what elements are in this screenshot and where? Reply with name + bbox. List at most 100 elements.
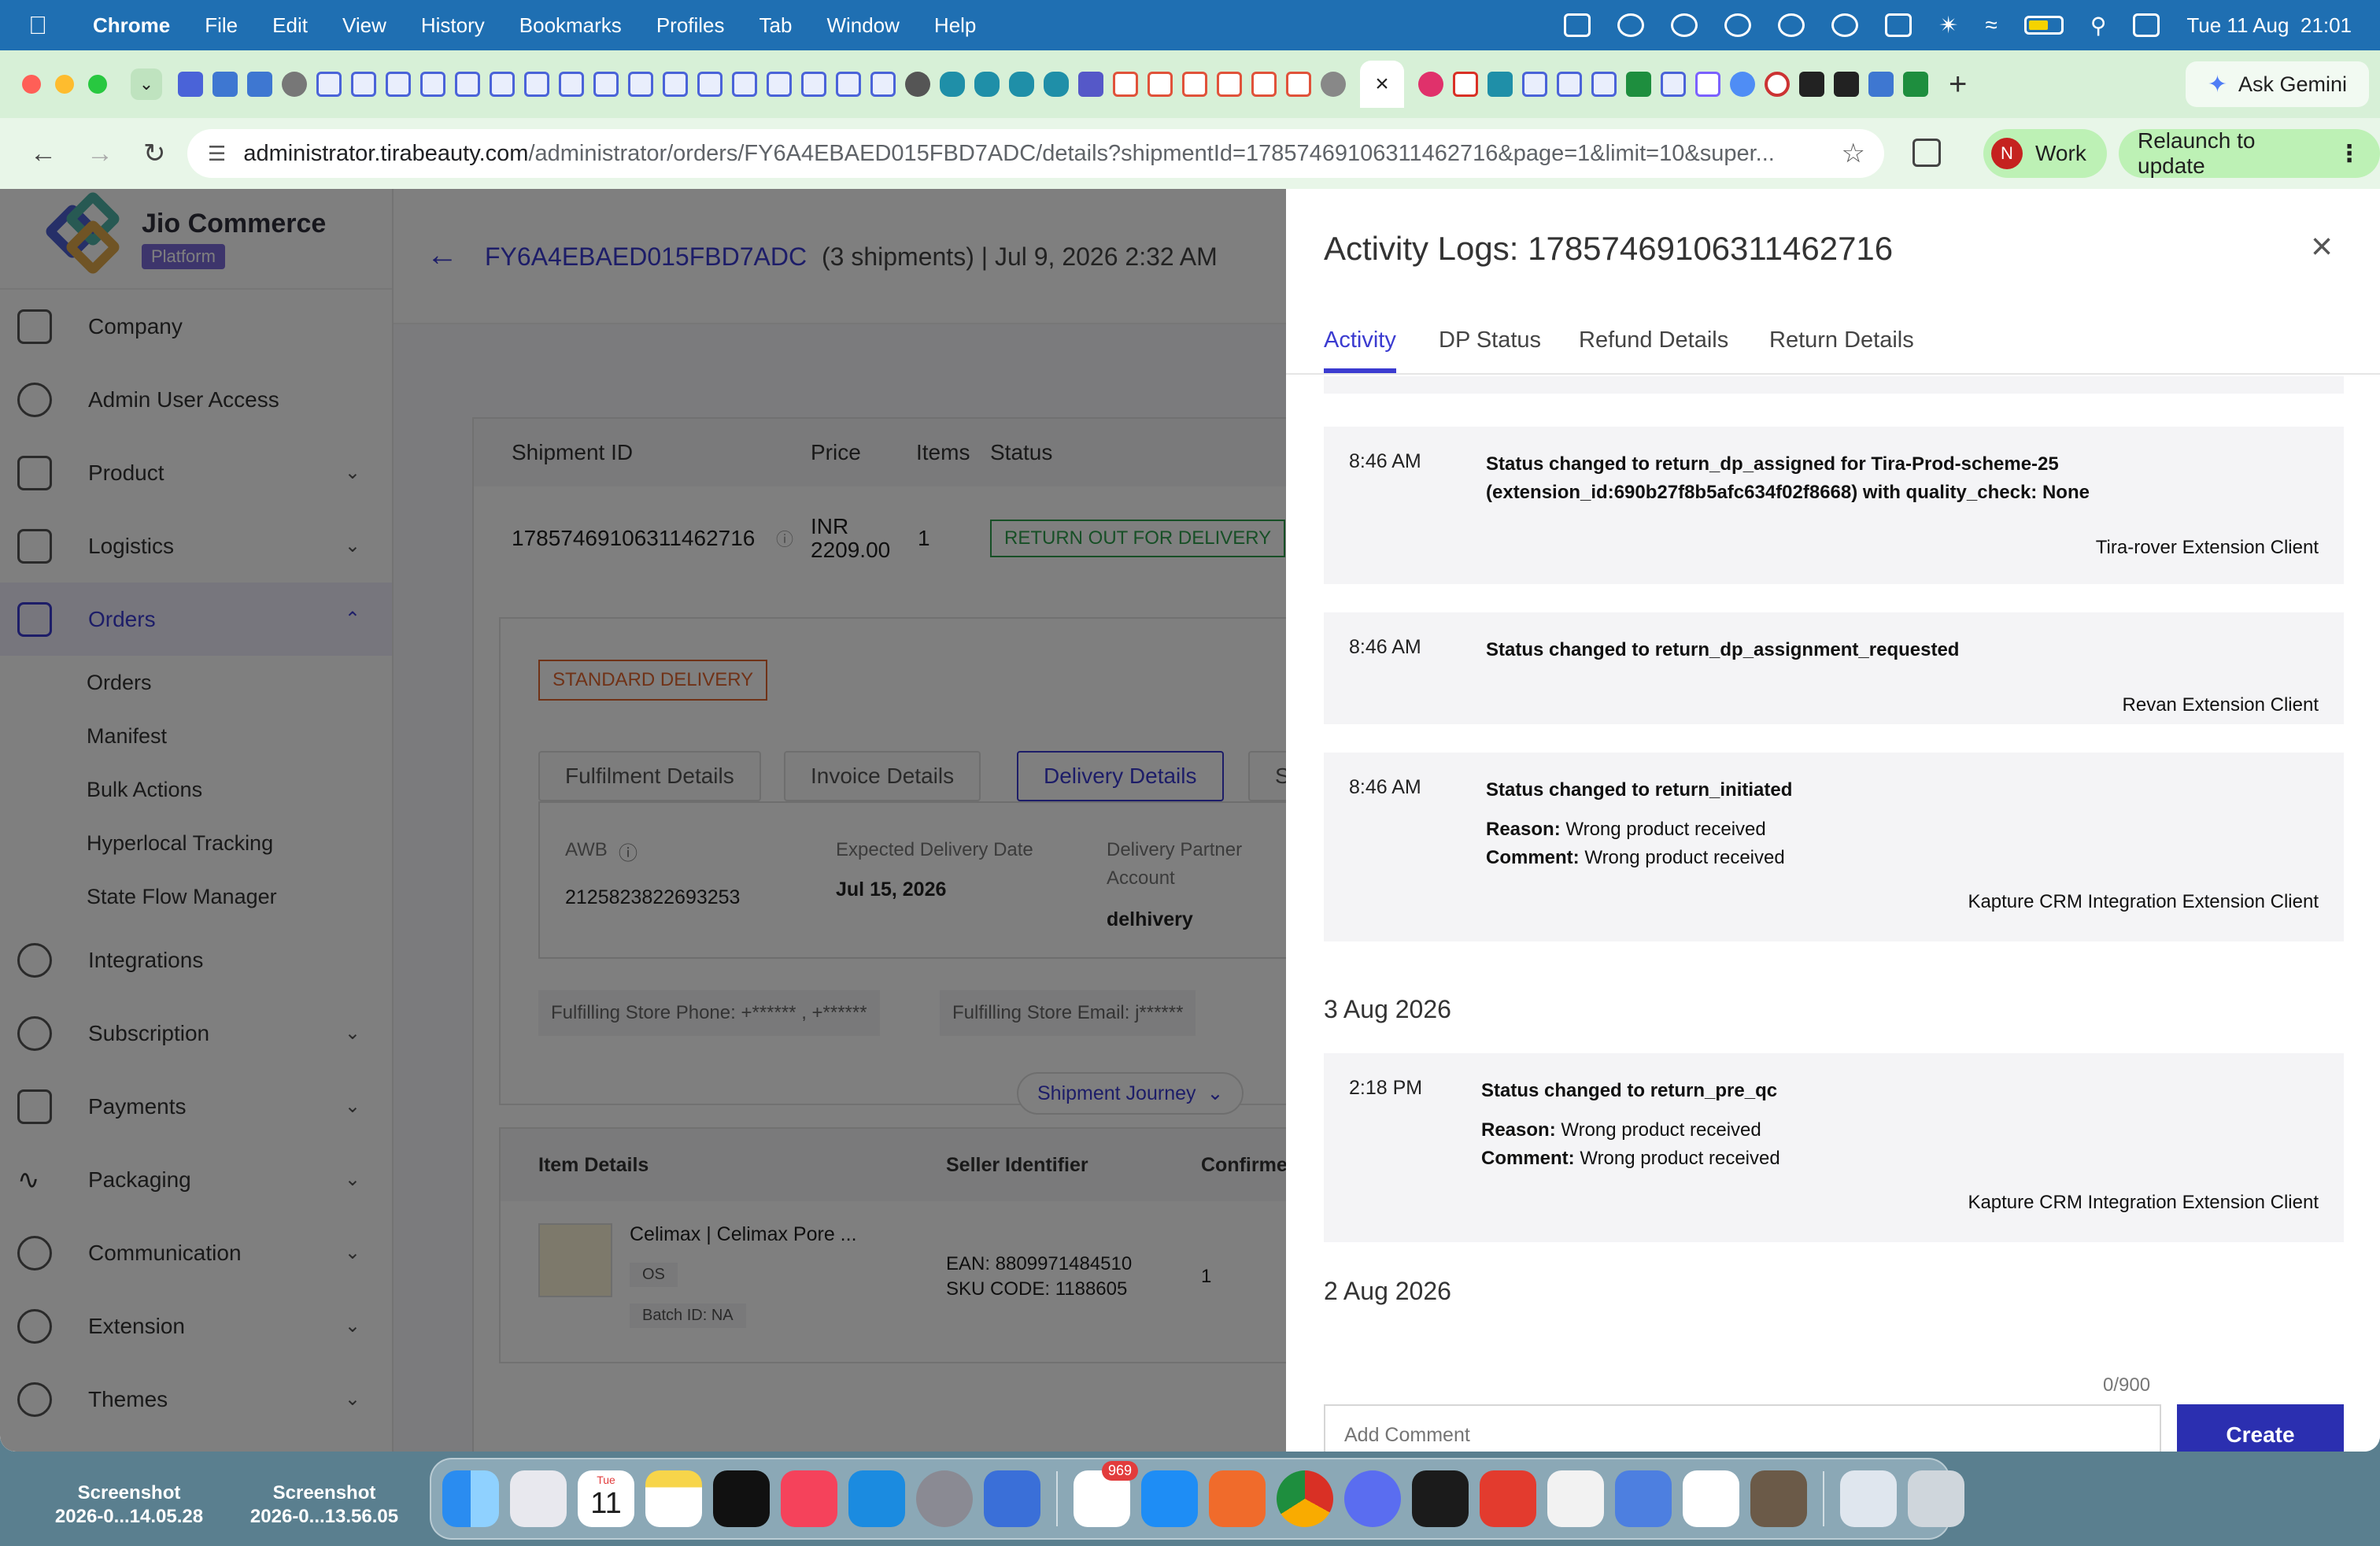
bluetooth-icon[interactable]: ✴ [1938,12,1958,39]
tab-favicon[interactable] [1799,72,1824,97]
trash-icon[interactable] [1908,1470,1964,1527]
app-icon[interactable] [1750,1470,1807,1527]
cloud-icon[interactable] [1671,13,1698,37]
tab-favicon[interactable] [1418,72,1443,97]
forward-arrow-icon[interactable]: → [87,139,113,169]
tab-favicon[interactable] [1009,72,1034,97]
pin-icon[interactable] [1724,13,1752,37]
tab-favicon[interactable] [178,72,203,97]
menu-extra-icon[interactable] [1617,13,1645,37]
wps-office-icon[interactable] [1480,1470,1536,1527]
site-info-icon[interactable]: ☰ [208,142,226,166]
tab-favicon[interactable] [455,72,480,97]
apple-menu-icon[interactable]:  [28,11,69,40]
tab-favicon[interactable] [1453,72,1478,97]
tab-favicon[interactable] [1044,72,1069,97]
finder-icon[interactable] [442,1470,499,1527]
tab-favicon[interactable] [1834,72,1859,97]
slack-icon[interactable]: 969 [1074,1461,1138,1527]
menu-window[interactable]: Window [826,13,899,38]
app-icon[interactable] [1615,1470,1672,1527]
tab-favicon[interactable] [1182,72,1207,97]
tab-favicon[interactable] [1113,72,1138,97]
notes-icon[interactable] [645,1470,702,1527]
app-icon[interactable] [984,1470,1040,1527]
downloads-stack-icon[interactable] [1840,1470,1897,1527]
tab-refund-details[interactable]: Refund Details [1579,327,1728,353]
chat-icon[interactable] [1778,13,1805,37]
extensions-icon[interactable] [1913,139,1941,167]
launchpad-icon[interactable] [510,1470,567,1527]
tab-dp-status[interactable]: DP Status [1439,327,1541,353]
tab-favicon[interactable] [1078,72,1103,97]
tab-favicon[interactable] [282,72,307,97]
apple-tv-icon[interactable] [713,1470,770,1527]
tab-favicon[interactable] [524,72,549,97]
reload-icon[interactable]: ↻ [143,138,170,169]
back-arrow-icon[interactable]: ← [30,139,57,169]
tab-favicon[interactable] [351,72,376,97]
tab-favicon[interactable] [628,72,653,97]
settings-icon[interactable] [916,1470,973,1527]
more-menu-icon[interactable]: ⋮ [2338,140,2361,168]
tab-favicon[interactable] [1903,72,1928,97]
menu-bookmarks[interactable]: Bookmarks [519,13,622,38]
messenger-icon[interactable] [1344,1470,1401,1527]
tab-favicon[interactable] [836,72,861,97]
menu-help[interactable]: Help [934,13,976,38]
terminal-icon[interactable] [1412,1470,1469,1527]
tab-favicon[interactable] [559,72,584,97]
tab-favicon[interactable] [213,72,238,97]
menu-tab[interactable]: Tab [759,13,793,38]
spreadsheet-icon[interactable] [1547,1470,1604,1527]
tab-favicon[interactable] [1251,72,1277,97]
shield-icon[interactable] [1831,13,1859,37]
modal-backdrop[interactable] [0,189,1286,1452]
tab-favicon[interactable] [386,72,411,97]
tab-favicon[interactable] [940,72,965,97]
close-window-button[interactable] [22,75,41,94]
tab-favicon[interactable] [870,72,896,97]
tab-favicon[interactable] [767,72,792,97]
address-bar[interactable]: ☰ administrator.tirabeauty.com/administr… [187,129,1884,178]
tab-favicon[interactable] [247,72,272,97]
menu-app-name[interactable]: Chrome [93,13,170,38]
desktop-file[interactable]: Screenshot 2026-0...14.05.28 [42,1481,216,1529]
minimize-window-button[interactable] [55,75,74,94]
tab-search-button[interactable]: ⌄ [131,68,162,100]
tab-favicon[interactable] [1626,72,1651,97]
battery-icon[interactable] [2023,16,2064,35]
app-store-icon[interactable] [1141,1470,1198,1527]
menu-history[interactable]: History [421,13,485,38]
tab-favicon[interactable] [801,72,826,97]
menu-profiles[interactable]: Profiles [656,13,725,38]
mongodb-icon[interactable] [1683,1470,1739,1527]
tab-favicon[interactable] [593,72,619,97]
ask-gemini-button[interactable]: ✦ Ask Gemini [2185,61,2369,107]
profile-button[interactable]: N Work [1983,129,2107,178]
menu-edit[interactable]: Edit [272,13,308,38]
tab-return-details[interactable]: Return Details [1769,327,1914,353]
chrome-icon[interactable] [1277,1470,1333,1527]
menu-file[interactable]: File [205,13,238,38]
music-icon[interactable] [781,1470,837,1527]
control-center-icon[interactable] [2133,13,2160,37]
tab-favicon[interactable] [1488,72,1513,97]
tab-favicon[interactable] [1286,72,1311,97]
tab-favicon[interactable] [1730,72,1755,97]
tab-favicon[interactable] [490,72,515,97]
tab-favicon[interactable] [420,72,445,97]
tab-favicon[interactable] [1148,72,1173,97]
wifi-icon[interactable]: ≈ [1985,13,1997,38]
active-tab-close-icon[interactable]: × [1360,61,1404,108]
tab-favicon[interactable] [1591,72,1617,97]
tab-favicon[interactable] [1661,72,1686,97]
tab-favicon[interactable] [905,72,930,97]
tab-favicon[interactable] [1522,72,1547,97]
relaunch-button[interactable]: Relaunch to update ⋮ [2119,128,2380,178]
search-icon[interactable]: ⚲ [2090,13,2107,39]
tab-favicon[interactable] [697,72,722,97]
maximize-window-button[interactable] [88,75,107,94]
add-comment-input[interactable] [1324,1404,2161,1452]
menu-extra-icon[interactable] [1885,13,1913,37]
